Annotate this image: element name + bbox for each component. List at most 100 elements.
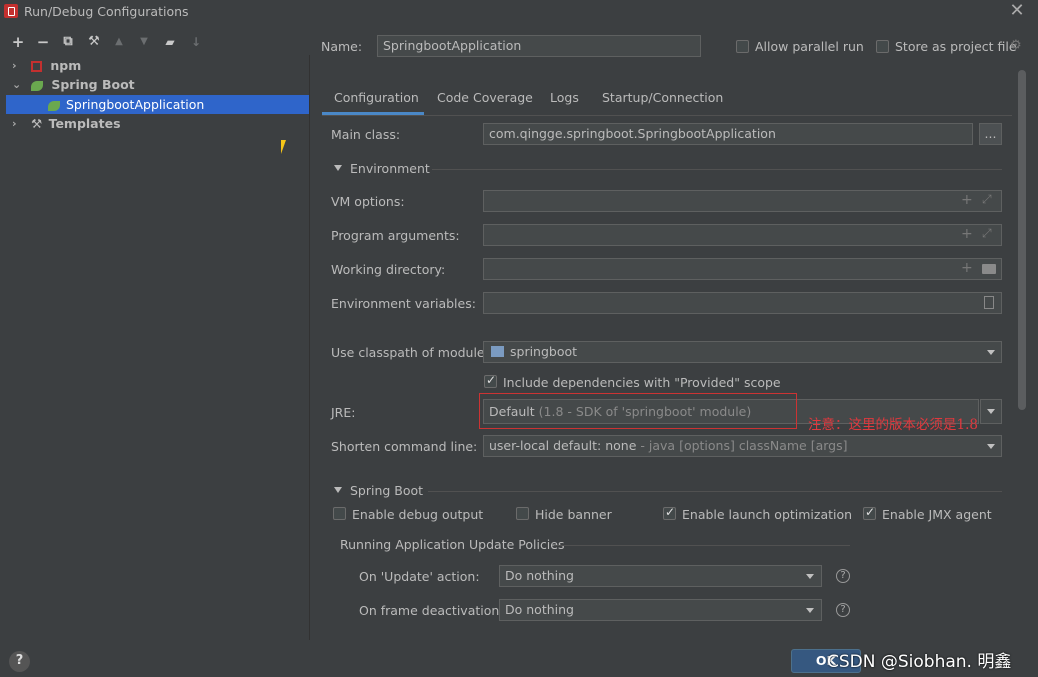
- environment-variables-label: Environment variables:: [331, 296, 476, 311]
- csdn-watermark: CSDN @Siobhan. 明鑫: [827, 652, 1012, 672]
- tree-label-npm: npm: [50, 58, 82, 73]
- shorten-command-line-label: Shorten command line:: [331, 439, 478, 454]
- environment-section-title[interactable]: Environment: [350, 161, 430, 176]
- on-frame-deactivation-label: On frame deactivation:: [359, 603, 504, 618]
- spring-boot-icon: [31, 80, 43, 91]
- tab-startup-connection[interactable]: Startup/Connection: [602, 90, 723, 114]
- enable-debug-output-label: Enable debug output: [352, 507, 484, 522]
- move-down-button[interactable]: ▼: [135, 32, 153, 52]
- new-folder-button[interactable]: ▰: [161, 32, 179, 52]
- chevron-right-icon: ›: [12, 117, 17, 130]
- browse-main-class-button[interactable]: ...: [979, 123, 1002, 145]
- tree-node-springboot-application[interactable]: SpringbootApplication: [48, 95, 204, 114]
- on-frame-deactivation-dropdown[interactable]: Do nothing: [499, 599, 822, 621]
- enable-jmx-agent-label: Enable JMX agent: [882, 507, 992, 522]
- module-icon: [491, 346, 504, 357]
- chevron-down-icon: [806, 574, 814, 579]
- vm-options-field[interactable]: [483, 190, 1002, 212]
- document-icon[interactable]: [984, 296, 994, 309]
- working-directory-label: Working directory:: [331, 262, 446, 277]
- on-update-action-dropdown[interactable]: Do nothing: [499, 565, 822, 587]
- name-field[interactable]: SpringbootApplication: [377, 35, 701, 57]
- intellij-app-icon: [4, 4, 18, 18]
- enable-launch-optimization-checkbox[interactable]: [663, 505, 676, 520]
- enable-jmx-agent-checkbox[interactable]: [863, 505, 876, 520]
- help-icon[interactable]: ?: [836, 603, 850, 617]
- plus-icon[interactable]: +: [961, 192, 973, 208]
- config-tree-panel: [6, 55, 310, 640]
- environment-divider: [432, 169, 1002, 170]
- update-policies-title: Running Application Update Policies: [340, 537, 565, 552]
- classpath-module-dropdown[interactable]: springboot: [483, 341, 1002, 363]
- move-up-button[interactable]: ▲: [110, 32, 128, 52]
- edit-templates-button[interactable]: ⚒: [85, 32, 103, 52]
- window-title: Run/Debug Configurations: [24, 4, 189, 19]
- name-label: Name:: [321, 39, 363, 54]
- annotation-note: 注意：这里的版本必须是1.8: [808, 417, 978, 433]
- collapse-triangle-icon[interactable]: [334, 165, 342, 171]
- program-arguments-field[interactable]: [483, 224, 1002, 246]
- vertical-scrollbar[interactable]: [1018, 70, 1026, 410]
- shorten-hint: - java [options] className [args]: [640, 438, 848, 453]
- tree-node-templates[interactable]: › ⚒ Templates: [12, 114, 121, 133]
- help-button[interactable]: ?: [9, 651, 30, 672]
- mouse-cursor-icon: [281, 140, 286, 154]
- classpath-module-label: Use classpath of module:: [331, 345, 489, 360]
- help-icon[interactable]: ?: [836, 569, 850, 583]
- expand-icon[interactable]: ⤢: [982, 192, 992, 207]
- tree-node-spring-boot[interactable]: ⌄ Spring Boot: [12, 75, 135, 94]
- plus-icon[interactable]: +: [961, 226, 973, 242]
- environment-variables-field[interactable]: [483, 292, 1002, 314]
- allow-parallel-run-checkbox[interactable]: [736, 40, 749, 53]
- plus-icon[interactable]: +: [961, 260, 973, 276]
- spring-boot-app-icon: [48, 100, 60, 111]
- main-class-label: Main class:: [331, 127, 401, 142]
- spring-boot-divider: [428, 491, 1002, 492]
- sort-button[interactable]: ↓: [187, 32, 205, 52]
- main-class-field[interactable]: com.qingge.springboot.SpringbootApplicat…: [483, 123, 973, 145]
- tabs-divider: [322, 115, 1012, 116]
- chevron-down-icon: [806, 608, 814, 613]
- wrench-icon: ⚒: [88, 34, 100, 49]
- gear-icon[interactable]: ⚙: [1010, 38, 1022, 53]
- add-config-button[interactable]: +: [9, 32, 27, 52]
- enable-debug-output-checkbox[interactable]: [333, 507, 346, 520]
- chevron-down-icon: ⌄: [12, 78, 22, 91]
- include-dependencies-label: Include dependencies with "Provided" sco…: [503, 375, 781, 390]
- on-update-action-label: On 'Update' action:: [359, 569, 480, 584]
- shorten-command-line-dropdown[interactable]: user-local default: none - java [options…: [483, 435, 1002, 457]
- annotation-highlight-box: [479, 393, 797, 429]
- tab-configuration[interactable]: Configuration: [334, 90, 419, 114]
- hide-banner-checkbox[interactable]: [516, 507, 529, 520]
- tree-label-springboot-application: SpringbootApplication: [65, 97, 205, 112]
- allow-parallel-run-label: Allow parallel run: [755, 39, 864, 54]
- tree-label-spring-boot: Spring Boot: [51, 77, 135, 92]
- chevron-down-icon: [987, 350, 995, 355]
- npm-icon: [31, 61, 42, 72]
- close-icon[interactable]: ✕: [1006, 1, 1028, 21]
- jre-label: JRE:: [331, 405, 356, 420]
- store-as-project-file-checkbox[interactable]: [876, 40, 889, 53]
- folder-icon[interactable]: [982, 264, 996, 274]
- chevron-right-icon: ›: [12, 59, 17, 72]
- tree-node-npm[interactable]: › npm: [12, 56, 81, 75]
- program-arguments-label: Program arguments:: [331, 228, 460, 243]
- enable-launch-optimization-label: Enable launch optimization: [682, 507, 853, 522]
- shorten-value: user-local default: none: [489, 438, 637, 453]
- collapse-triangle-icon[interactable]: [334, 487, 342, 493]
- include-dependencies-checkbox[interactable]: [484, 373, 497, 388]
- vm-options-label: VM options:: [331, 194, 405, 209]
- working-directory-field[interactable]: [483, 258, 1002, 280]
- spring-boot-section-title[interactable]: Spring Boot: [350, 483, 423, 498]
- hide-banner-label: Hide banner: [535, 507, 612, 522]
- tree-label-templates: Templates: [48, 116, 121, 131]
- update-policies-divider: [554, 545, 850, 546]
- wrench-icon: ⚒: [31, 116, 43, 131]
- tab-code-coverage[interactable]: Code Coverage: [437, 90, 533, 114]
- expand-icon[interactable]: ⤢: [982, 226, 992, 241]
- store-as-project-file-label: Store as project file: [895, 39, 1017, 54]
- tab-logs[interactable]: Logs: [550, 90, 579, 114]
- chevron-down-icon: [987, 444, 995, 449]
- remove-config-button[interactable]: −: [34, 32, 52, 52]
- copy-config-button[interactable]: ⧉: [59, 32, 77, 52]
